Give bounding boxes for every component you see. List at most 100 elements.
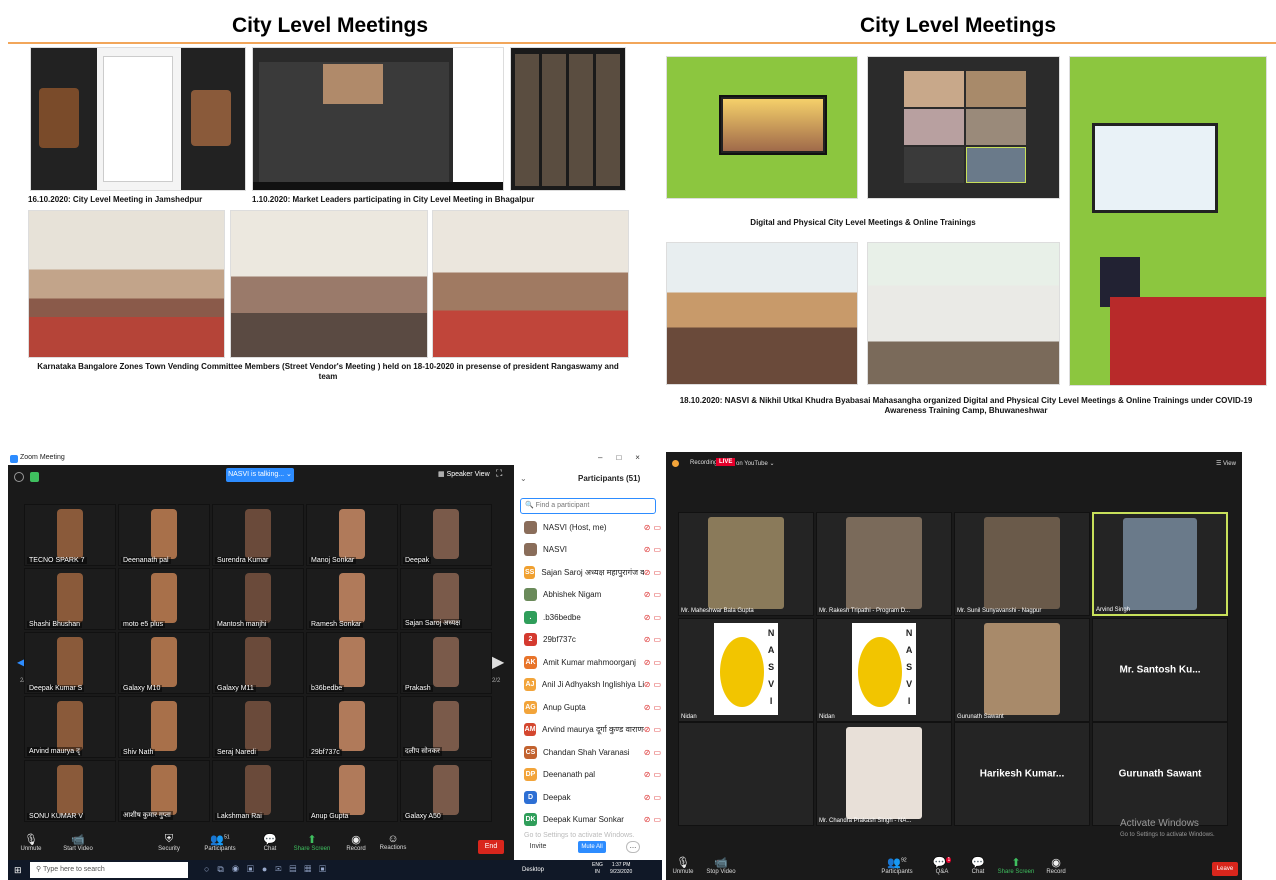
video-tile[interactable]: 29bf737c [306,696,398,758]
video-tile[interactable]: Shiv Nath [118,696,210,758]
nasvi-logo-letters: NASVI [767,628,775,706]
speaker-view-button[interactable]: ▦ Speaker View [438,469,490,481]
taskbar-apps[interactable]: ○⧉◉▣●✉▤▦▣ [204,864,334,875]
stop-video-button[interactable]: 📹 Stop Video [704,856,738,875]
video-tile[interactable]: Ramesh Sonkar [306,568,398,630]
gallery-video-tile[interactable]: Mr. Sunil Sunyavanshi - Nagpur [954,512,1090,616]
video-tile[interactable]: Galaxy A50 [400,760,492,822]
gallery-video-tile[interactable]: Gurunath Sawant [1092,722,1228,826]
fullscreen-icon[interactable]: ⛶ [496,468,502,479]
youtube-label[interactable]: on YouTube ⌄ [736,460,775,467]
participant-row[interactable]: . .b36bedbe ⊘▭ [524,606,664,628]
video-tile[interactable]: Galaxy M10 [118,632,210,694]
participant-row[interactable]: AJ Anil Ji Adhyaksh Inglishiya Line ⊘▭ [524,674,664,696]
leave-button[interactable]: Leave [1212,862,1238,876]
video-tile[interactable]: Surendra Kumar [212,504,304,566]
invite-button[interactable]: Invite [522,841,554,853]
participant-name: Anup Gupta [543,702,586,712]
video-tile[interactable]: Deepak Kumar S [24,632,116,694]
participant-search-input[interactable]: 🔍 Find a participant [520,498,656,514]
collapse-chevron-icon[interactable]: ⌄ [520,474,527,483]
video-tile[interactable]: Lakshman Rai [212,760,304,822]
video-tile[interactable]: Deenanath pal [118,504,210,566]
tile-name-label: Arvind Singh [1096,607,1131,613]
video-tile[interactable]: Anup Gupta [306,760,398,822]
gallery-video-tile[interactable]: NASVI Nidan [678,618,814,722]
gallery-record-button[interactable]: ◉ Record [1042,856,1070,875]
participant-row[interactable]: SS Sajan Saroj अध्यक्ष महापुरागंज वारा...… [524,561,664,583]
more-options-button[interactable]: … [626,841,640,853]
gallery-video-tile[interactable]: Mr. Rakesh Tripathi - Program D... [816,512,952,616]
qa-button[interactable]: 💬1 Q&A [930,856,954,875]
video-tile[interactable]: Mantosh manjhi [212,568,304,630]
participant-row[interactable]: AK Amit Kumar mahmoorganj ⊘▭ [524,651,664,673]
karnataka-meeting-photo-1 [28,210,225,358]
end-meeting-button[interactable]: End [478,840,504,854]
participant-row[interactable]: DK Deepak Kumar Sonkar ⊘▭ [524,809,664,831]
video-tile[interactable]: Seraj Naredi [212,696,304,758]
video-tile[interactable]: आशीष कुमार गुप्ता [118,760,210,822]
record-icon: ◉ [351,834,361,846]
gallery-video-tile[interactable]: Mr. Maheshwar Bala Gupta [678,512,814,616]
info-icon[interactable] [14,472,24,482]
zoom-window: Zoom Meeting –□× NASVI is talking... ⌄ ▦… [8,452,662,880]
gallery-video-tile[interactable] [678,722,814,826]
participant-row[interactable]: CS Chandan Shah Varanasi ⊘▭ [524,741,664,763]
participant-name: Deenanath pal [543,770,596,779]
video-tile[interactable]: SONU KUMAR V [24,760,116,822]
participant-name-large: Mr. Santosh Ku... [1119,664,1201,676]
mute-all-button[interactable]: Mute All [578,841,606,853]
shield-icon[interactable] [30,472,39,482]
tile-name-label: Mr. Maheshwar Bala Gupta [681,608,754,614]
record-icon: ◉ [1051,857,1061,869]
gallery-unmute-button[interactable]: 🎙 Unmute [668,856,698,875]
participant-row[interactable]: DP Deenanath pal ⊘▭ [524,764,664,786]
participant-avatar: D [524,790,537,804]
participants-button[interactable]: 👥51 Participants [202,833,238,852]
participant-name-large: Harikesh Kumar... [979,768,1065,780]
gallery-video-tile[interactable]: Mr. Santosh Ku... [1092,618,1228,722]
security-button[interactable]: ⛨ Security [154,833,184,852]
gallery-participants-button[interactable]: 👥92 Participants [880,856,914,875]
video-tile[interactable]: Prakash [400,632,492,694]
participant-row[interactable]: AM Arvind maurya दूर्गा कुण्ड वाराणसी ⊘▭ [524,719,664,741]
karnataka-meeting-photo-2 [230,210,428,358]
chat-button[interactable]: 💬 Chat [258,833,282,852]
unmute-button[interactable]: 🎙 Unmute [16,833,46,852]
gallery-video-tile[interactable]: NASVI Nidan [816,618,952,722]
participant-video [245,573,271,623]
video-tile[interactable]: Shashi Bhushan [24,568,116,630]
video-tile[interactable]: दलीप सोनकर [400,696,492,758]
gallery-chat-button[interactable]: 💬 Chat [966,856,990,875]
participant-row[interactable]: Abhishek Nigam ⊘▭ [524,584,664,606]
view-button[interactable]: ☰ View [1216,460,1236,467]
gallery-share-screen-button[interactable]: ⬆ Share Screen [996,856,1036,875]
window-controls[interactable]: –□× [598,453,654,462]
participant-row[interactable]: D Deepak ⊘▭ [524,786,664,808]
video-tile[interactable]: b36bedbe [306,632,398,694]
windows-start-icon[interactable]: ⊞ [14,865,22,876]
participant-row[interactable]: 2 29bf737c ⊘▭ [524,629,664,651]
reactions-button[interactable]: ☺ Reactions [378,833,408,851]
participants-title: Participants (51) [578,474,641,483]
taskbar-search-box[interactable]: ⚲ Type here to search [30,862,188,878]
video-tile[interactable]: Arvind maurya द् [24,696,116,758]
participant-row[interactable]: AG Anup Gupta ⊘▭ [524,696,664,718]
video-tile[interactable]: TECNO SPARK 7 [24,504,116,566]
next-page-arrow[interactable]: ▶ [492,652,504,672]
record-button[interactable]: ◉ Record [342,833,370,852]
video-tile[interactable]: Manoj Sonkar [306,504,398,566]
start-video-button[interactable]: 📹 Start Video [60,833,96,852]
participant-row[interactable]: NASVI (Host, me) ⊘▭ [524,516,664,538]
video-tile[interactable]: Deepak [400,504,492,566]
gallery-video-tile[interactable]: Harikesh Kumar... [954,722,1090,826]
video-tile[interactable]: Sajan Saroj अध्यक्ष [400,568,492,630]
gallery-video-tile[interactable]: Gurunath Sawant [954,618,1090,722]
participant-row[interactable]: NASVI ⊘▭ [524,539,664,561]
video-tile[interactable]: moto e5 plus [118,568,210,630]
gallery-video-tile[interactable]: Arvind Singh [1092,512,1228,616]
mic-video-status-icon: ⊘▭ [643,725,664,734]
share-screen-button[interactable]: ⬆ Share Screen [292,833,332,852]
video-tile[interactable]: Galaxy M11 [212,632,304,694]
gallery-video-tile[interactable]: Mr. Chandra Prakash Singh - NA... [816,722,952,826]
